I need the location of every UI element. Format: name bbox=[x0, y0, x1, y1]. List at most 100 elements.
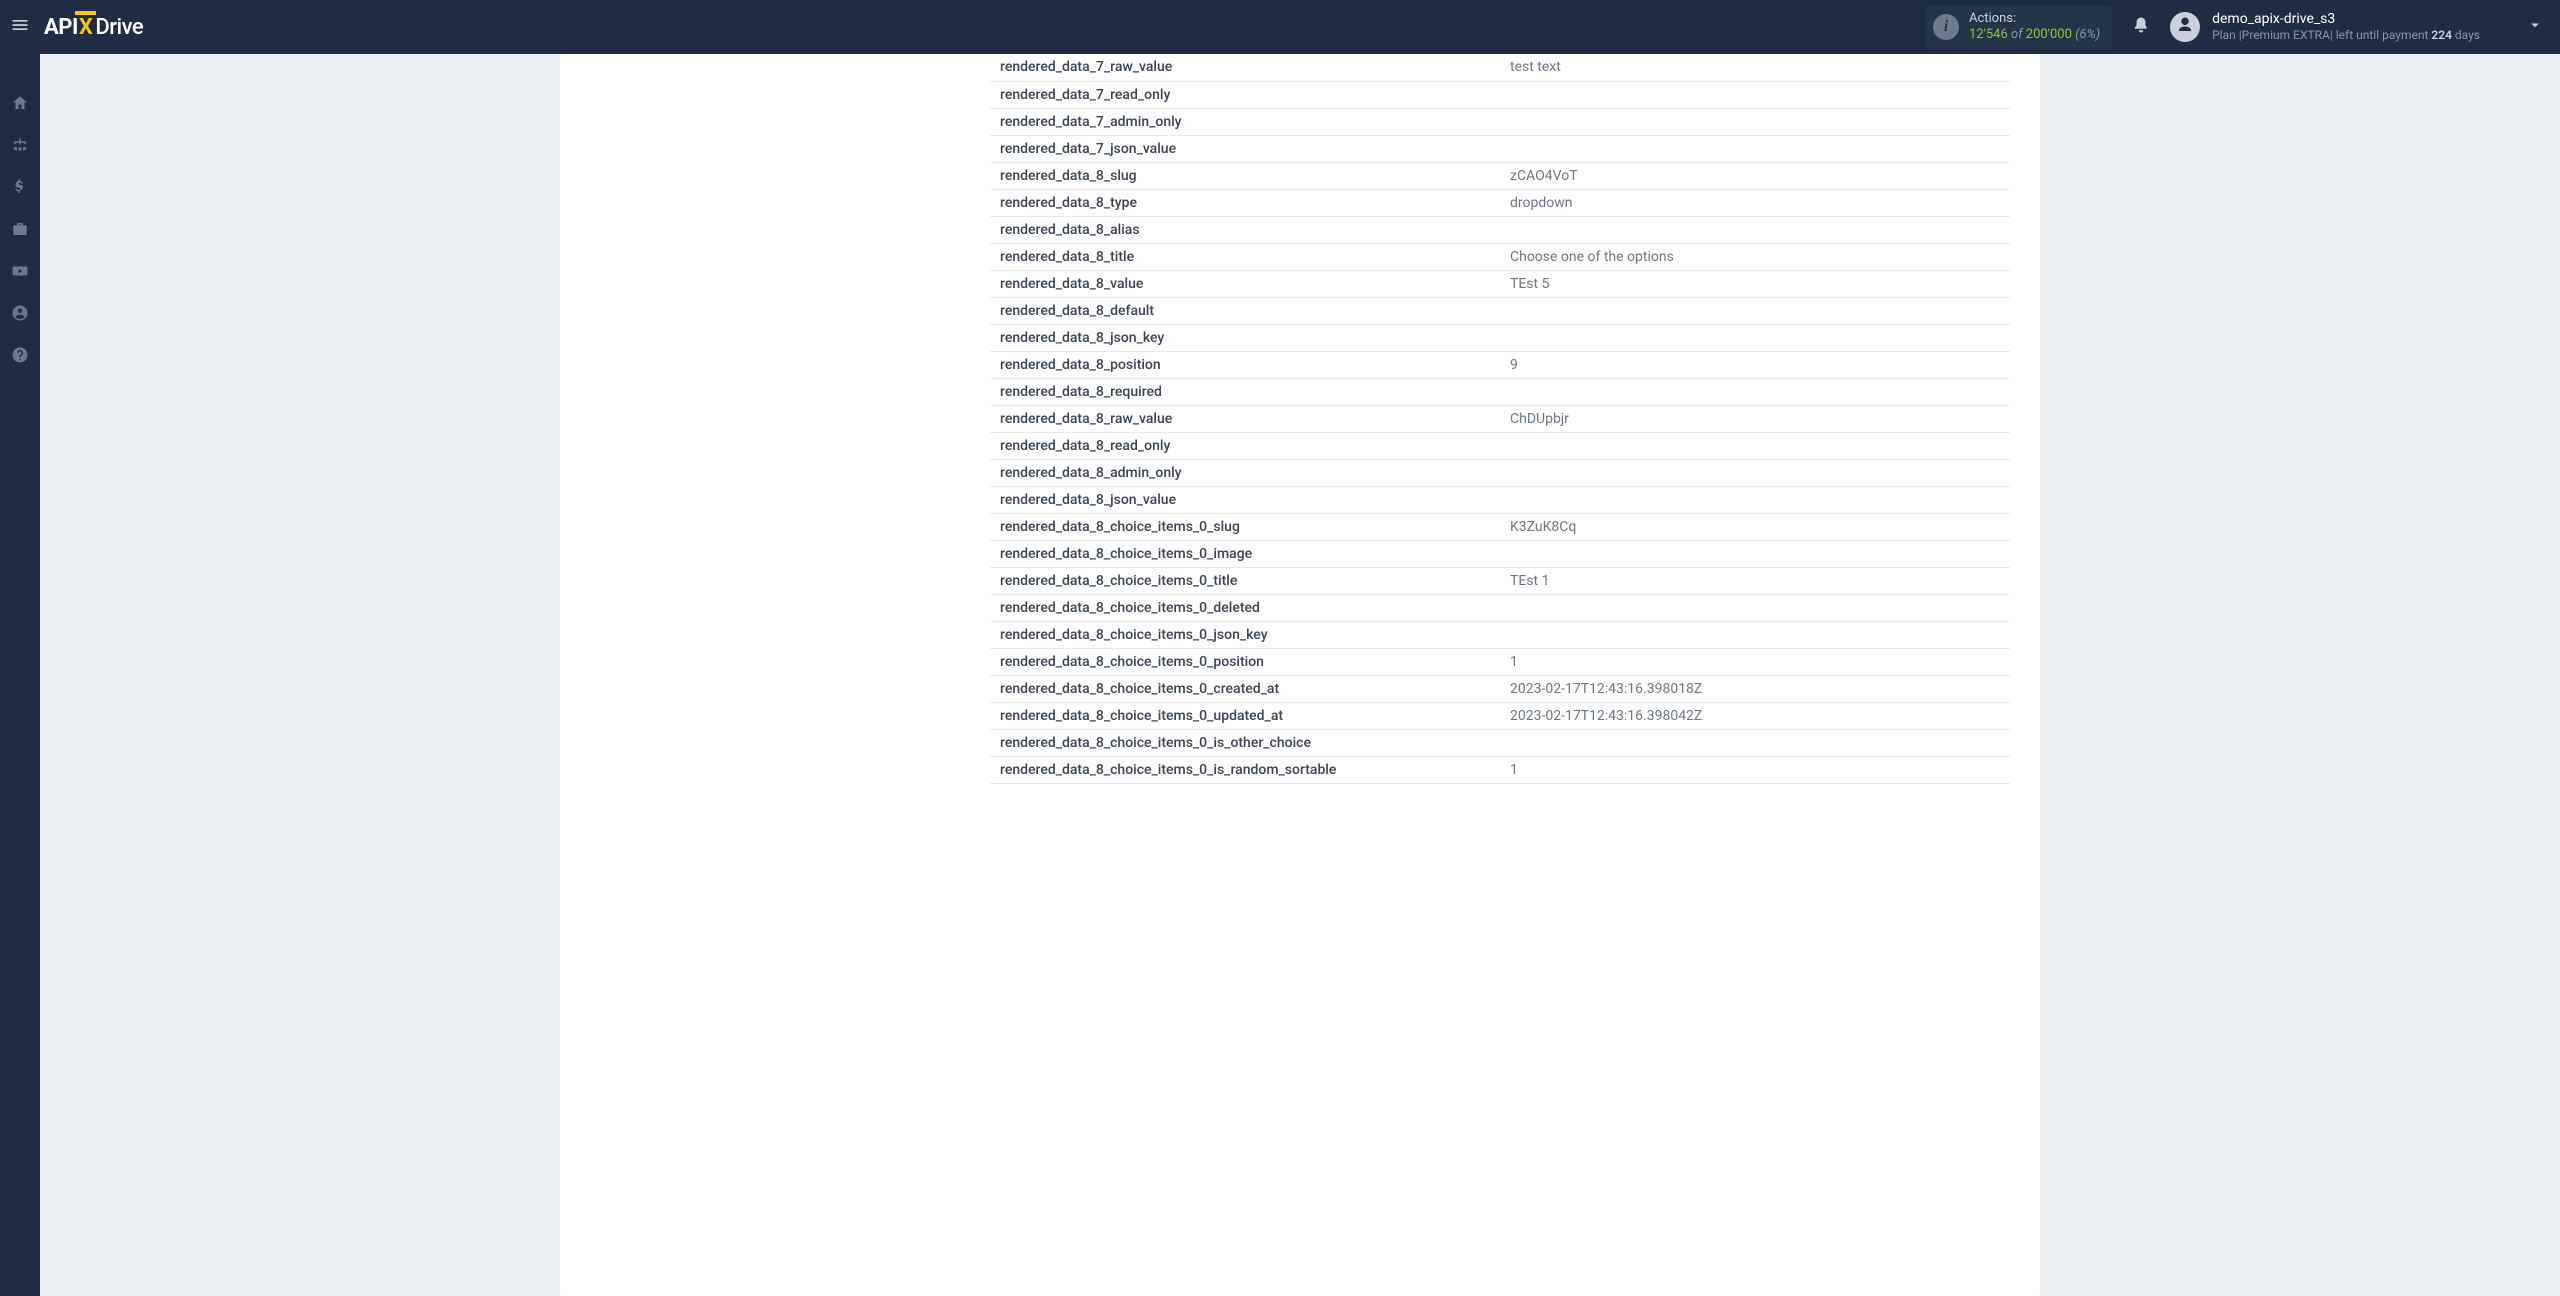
sidebar-item-work[interactable] bbox=[0, 210, 40, 252]
table-row: rendered_data_8_choice_items_0_slugK3ZuK… bbox=[990, 513, 2010, 540]
sidebar-item-connections[interactable] bbox=[0, 126, 40, 168]
row-key: rendered_data_8_choice_items_0_slug bbox=[990, 513, 1500, 540]
sidebar-item-account[interactable] bbox=[0, 294, 40, 336]
table-row: rendered_data_8_choice_items_0_is_other_… bbox=[990, 729, 2010, 756]
user-name: demo_apix-drive_s3 bbox=[2212, 11, 2480, 28]
briefcase-icon bbox=[11, 220, 29, 242]
row-value: test text bbox=[1500, 54, 2010, 81]
info-icon: i bbox=[1933, 14, 1959, 40]
row-value bbox=[1500, 540, 2010, 567]
header-expand-button[interactable] bbox=[2526, 16, 2544, 38]
row-key: rendered_data_8_value bbox=[990, 270, 1500, 297]
logo-drive: Drive bbox=[95, 15, 143, 40]
row-key: rendered_data_8_choice_items_0_created_a… bbox=[990, 675, 1500, 702]
row-value bbox=[1500, 594, 2010, 621]
row-value bbox=[1500, 216, 2010, 243]
user-plan: Plan |Premium EXTRA| left until payment … bbox=[2212, 28, 2480, 42]
row-value: dropdown bbox=[1500, 189, 2010, 216]
table-row: rendered_data_8_slugzCAO4VoT bbox=[990, 162, 2010, 189]
table-row: rendered_data_8_titleChoose one of the o… bbox=[990, 243, 2010, 270]
row-key: rendered_data_7_read_only bbox=[990, 81, 1500, 108]
row-key: rendered_data_8_read_only bbox=[990, 432, 1500, 459]
app-logo[interactable]: APIXDrive bbox=[44, 15, 143, 40]
row-value: zCAO4VoT bbox=[1500, 162, 2010, 189]
actions-values: 12'546 of 200'000 (6%) bbox=[1969, 27, 2100, 43]
row-key: rendered_data_7_admin_only bbox=[990, 108, 1500, 135]
actions-pct: (6%) bbox=[2072, 27, 2100, 42]
user-avatar[interactable] bbox=[2170, 12, 2200, 42]
row-key: rendered_data_8_position bbox=[990, 351, 1500, 378]
header-right: i Actions: 12'546 of 200'000 (6%) demo_a… bbox=[1925, 5, 2560, 48]
sidebar bbox=[0, 54, 40, 1296]
row-value bbox=[1500, 81, 2010, 108]
row-key: rendered_data_8_choice_items_0_json_key bbox=[990, 621, 1500, 648]
bell-icon bbox=[2132, 16, 2150, 38]
data-panel: rendered_data_7_raw_valuetest textrender… bbox=[560, 54, 2040, 1296]
panel-left-spacer bbox=[590, 54, 990, 1266]
sitemap-icon bbox=[11, 136, 29, 158]
table-row: rendered_data_7_admin_only bbox=[990, 108, 2010, 135]
row-key: rendered_data_8_choice_items_0_is_other_… bbox=[990, 729, 1500, 756]
row-value: 2023-02-17T12:43:16.398018Z bbox=[1500, 675, 2010, 702]
row-value: 2023-02-17T12:43:16.398042Z bbox=[1500, 702, 2010, 729]
row-value bbox=[1500, 459, 2010, 486]
table-row: rendered_data_8_read_only bbox=[990, 432, 2010, 459]
row-key: rendered_data_8_required bbox=[990, 378, 1500, 405]
row-value: Choose one of the options bbox=[1500, 243, 2010, 270]
table-row: rendered_data_8_choice_items_0_is_random… bbox=[990, 756, 2010, 783]
table-row: rendered_data_8_raw_valueChDUpbjr bbox=[990, 405, 2010, 432]
question-icon bbox=[11, 346, 29, 368]
row-value bbox=[1500, 135, 2010, 162]
sidebar-item-help[interactable] bbox=[0, 336, 40, 378]
dollar-icon bbox=[11, 178, 29, 200]
table-row: rendered_data_7_read_only bbox=[990, 81, 2010, 108]
row-key: rendered_data_7_json_value bbox=[990, 135, 1500, 162]
row-value bbox=[1500, 729, 2010, 756]
data-table: rendered_data_7_raw_valuetest textrender… bbox=[990, 54, 2010, 784]
row-key: rendered_data_8_choice_items_0_title bbox=[990, 567, 1500, 594]
table-row: rendered_data_8_choice_items_0_json_key bbox=[990, 621, 2010, 648]
hamburger-icon bbox=[10, 15, 30, 39]
menu-toggle-button[interactable] bbox=[0, 0, 40, 54]
row-value bbox=[1500, 108, 2010, 135]
row-key: rendered_data_8_alias bbox=[990, 216, 1500, 243]
table-row: rendered_data_8_choice_items_0_deleted bbox=[990, 594, 2010, 621]
actions-label: Actions: bbox=[1969, 11, 2100, 27]
sidebar-item-billing[interactable] bbox=[0, 168, 40, 210]
row-key: rendered_data_8_title bbox=[990, 243, 1500, 270]
youtube-icon bbox=[11, 262, 29, 284]
table-row: rendered_data_8_typedropdown bbox=[990, 189, 2010, 216]
row-key: rendered_data_8_type bbox=[990, 189, 1500, 216]
sidebar-item-video[interactable] bbox=[0, 252, 40, 294]
table-row: rendered_data_8_position9 bbox=[990, 351, 2010, 378]
row-key: rendered_data_8_choice_items_0_updated_a… bbox=[990, 702, 1500, 729]
actions-counter[interactable]: i Actions: 12'546 of 200'000 (6%) bbox=[1925, 5, 2112, 48]
row-key: rendered_data_8_choice_items_0_position bbox=[990, 648, 1500, 675]
user-info[interactable]: demo_apix-drive_s3 Plan |Premium EXTRA| … bbox=[2212, 11, 2480, 42]
sidebar-item-home[interactable] bbox=[0, 84, 40, 126]
row-value: K3ZuK8Cq bbox=[1500, 513, 2010, 540]
chevron-down-icon bbox=[2526, 16, 2544, 38]
row-key: rendered_data_8_choice_items_0_deleted bbox=[990, 594, 1500, 621]
home-icon bbox=[11, 94, 29, 116]
table-row: rendered_data_8_choice_items_0_titleTEst… bbox=[990, 567, 2010, 594]
notifications-button[interactable] bbox=[2132, 16, 2150, 38]
table-row: rendered_data_7_raw_valuetest text bbox=[990, 54, 2010, 81]
row-key: rendered_data_7_raw_value bbox=[990, 54, 1500, 81]
row-value: 9 bbox=[1500, 351, 2010, 378]
row-value: ChDUpbjr bbox=[1500, 405, 2010, 432]
row-value bbox=[1500, 324, 2010, 351]
row-value: 1 bbox=[1500, 648, 2010, 675]
table-row: rendered_data_8_json_value bbox=[990, 486, 2010, 513]
user-icon bbox=[2176, 16, 2194, 38]
row-value bbox=[1500, 378, 2010, 405]
row-key: rendered_data_8_raw_value bbox=[990, 405, 1500, 432]
table-row: rendered_data_8_choice_items_0_updated_a… bbox=[990, 702, 2010, 729]
row-value bbox=[1500, 621, 2010, 648]
row-value: TEst 1 bbox=[1500, 567, 2010, 594]
user-circle-icon bbox=[11, 304, 29, 326]
table-row: rendered_data_8_admin_only bbox=[990, 459, 2010, 486]
app-body: rendered_data_7_raw_valuetest textrender… bbox=[0, 54, 2560, 1296]
table-row: rendered_data_8_choice_items_0_image bbox=[990, 540, 2010, 567]
logo-api: API bbox=[44, 15, 78, 40]
